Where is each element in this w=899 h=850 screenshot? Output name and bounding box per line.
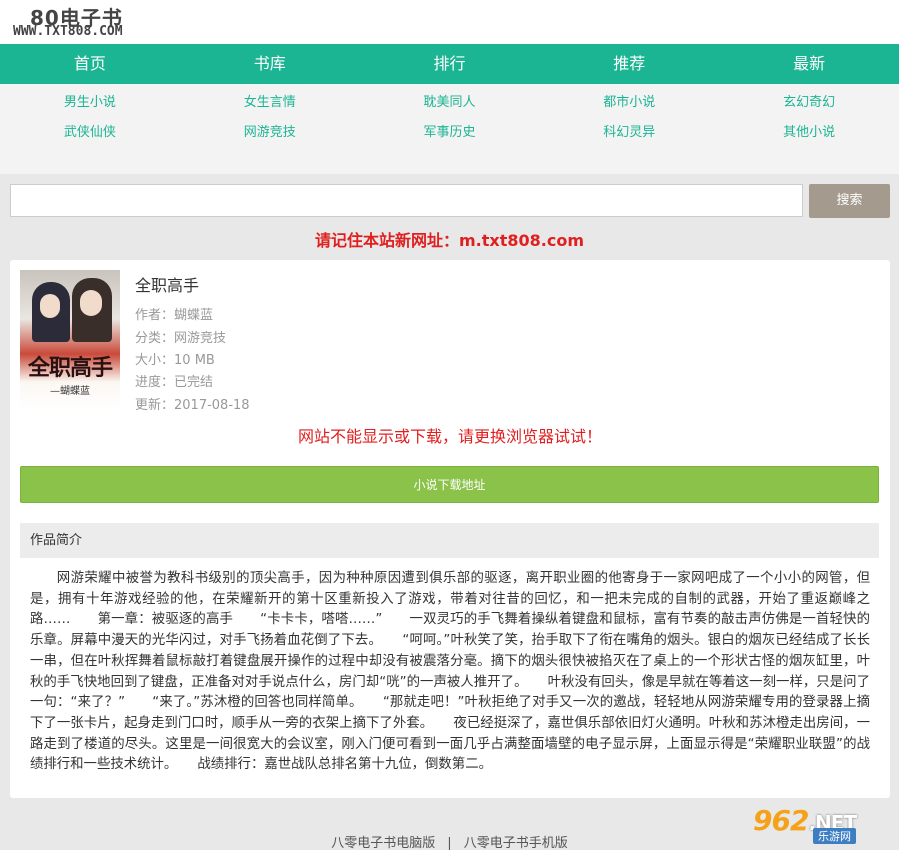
meta-label: 作者： <box>135 308 175 323</box>
nav-library[interactable]: 书库 <box>180 44 360 84</box>
category-row: 男生小说 女生言情 耽美同人 都市小说 玄幻奇幻 <box>0 88 899 118</box>
meta-value: 蝴蝶蓝 <box>174 308 214 323</box>
book-status: 进度：已完结 <box>135 371 213 390</box>
cover-author: —蝴蝶蓝 <box>50 386 90 397</box>
new-url-notice: 请记住本站新网址：m.txt808.com <box>315 231 584 250</box>
watermark: 962.NET 乐游网 <box>743 802 893 846</box>
meta-label: 更新： <box>135 398 175 413</box>
footer-separator: | <box>447 836 452 850</box>
site-header: 80电子书 WWW.TXT808.COM <box>0 0 899 44</box>
meta-value: 2017-08-18 <box>174 398 250 413</box>
search-button[interactable]: 搜索 <box>809 184 890 218</box>
intro-heading: 作品简介 <box>20 523 879 558</box>
category-link[interactable]: 军事历史 <box>360 118 540 148</box>
nav-home[interactable]: 首页 <box>0 44 180 84</box>
search-bar: 搜索 <box>10 184 890 218</box>
footer-pc-link[interactable]: 八零电子书电脑版 <box>331 836 435 850</box>
book-cover[interactable]: 全职高手 —蝴蝶蓝 <box>20 270 120 410</box>
nav-ranking[interactable]: 排行 <box>360 44 540 84</box>
watermark-number: 962 <box>753 804 809 837</box>
book-updated: 更新：2017-08-18 <box>135 394 250 413</box>
meta-value: 已完结 <box>174 375 214 390</box>
book-author: 作者：蝴蝶蓝 <box>135 304 213 323</box>
book-title: 全职高手 <box>135 276 200 295</box>
meta-label: 分类： <box>135 331 175 346</box>
cover-face <box>80 290 102 316</box>
category-link[interactable]: 武侠仙侠 <box>0 118 180 148</box>
nav-latest[interactable]: 最新 <box>719 44 899 84</box>
download-button[interactable]: 小说下载地址 <box>20 466 879 503</box>
category-menu: 男生小说 女生言情 耽美同人 都市小说 玄幻奇幻 武侠仙侠 网游竞技 军事历史 … <box>0 84 899 174</box>
category-link[interactable]: 玄幻奇幻 <box>719 88 899 118</box>
meta-label: 进度： <box>135 375 175 390</box>
meta-value: 10 MB <box>174 353 215 368</box>
footer-mobile-link[interactable]: 八零电子书手机版 <box>464 836 568 850</box>
category-link[interactable]: 都市小说 <box>539 88 719 118</box>
book-size: 大小：10 MB <box>135 349 215 368</box>
site-url[interactable]: WWW.TXT808.COM <box>13 24 123 39</box>
book-card: 全职高手 —蝴蝶蓝 全职高手 作者：蝴蝶蓝 分类：网游竞技 大小：10 MB 进… <box>10 260 890 798</box>
watermark-sub: 乐游网 <box>813 828 856 844</box>
browser-warning: 网站不能显示或下载，请更换浏览器试试！ <box>297 427 602 446</box>
category-link[interactable]: 网游竞技 <box>180 118 360 148</box>
cover-title: 全职高手 <box>27 355 113 381</box>
book-category: 分类：网游竞技 <box>135 327 226 346</box>
category-link[interactable]: 女生言情 <box>180 88 360 118</box>
cover-face <box>40 294 60 318</box>
category-link[interactable]: 耽美同人 <box>360 88 540 118</box>
nav-recommend[interactable]: 推荐 <box>539 44 719 84</box>
category-row: 武侠仙侠 网游竞技 军事历史 科幻灵异 其他小说 <box>0 118 899 148</box>
meta-label: 大小： <box>135 353 175 368</box>
category-link[interactable]: 科幻灵异 <box>539 118 719 148</box>
search-input[interactable] <box>10 184 803 217</box>
intro-text: 网游荣耀中被誉为教科书级别的顶尖高手，因为种种原因遭到俱乐部的驱逐，离开职业圈的… <box>30 571 870 773</box>
category-link[interactable]: 男生小说 <box>0 88 180 118</box>
main-nav: 首页 书库 排行 推荐 最新 <box>0 44 899 84</box>
meta-value: 网游竞技 <box>174 331 227 346</box>
category-link[interactable]: 其他小说 <box>719 118 899 148</box>
